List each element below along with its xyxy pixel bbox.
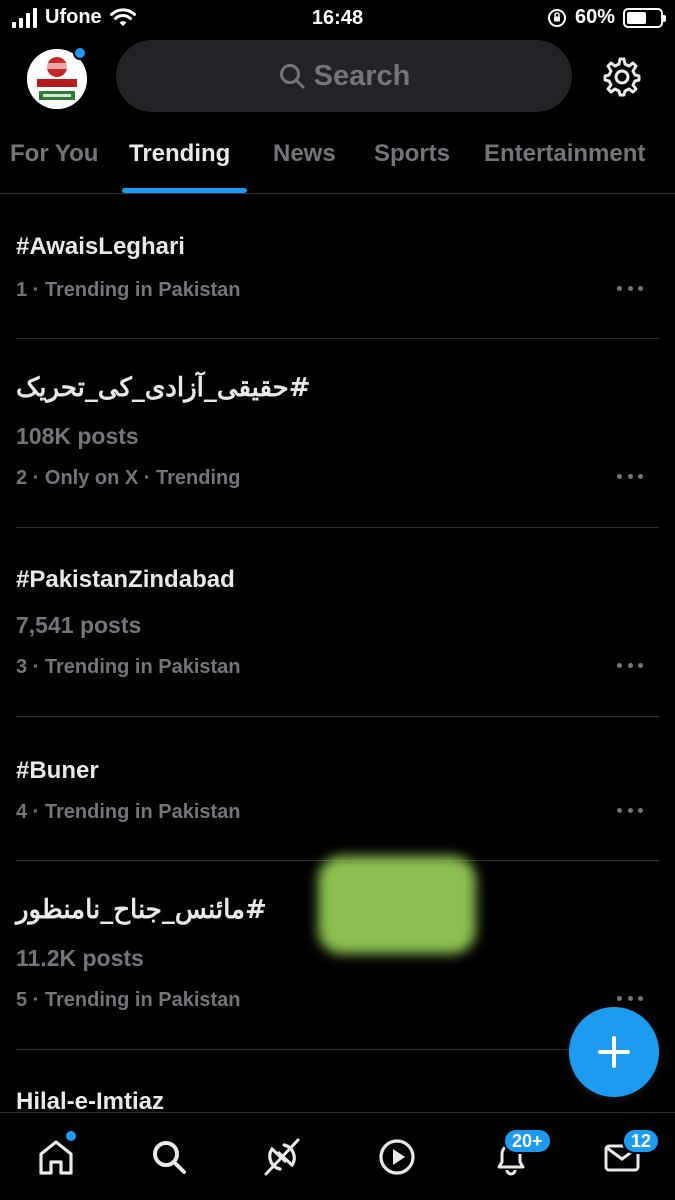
status-bar: Ufone 16:48 60% [0,0,675,38]
trend-meta: 1 · Trending in Pakistan [16,279,241,301]
top-header: Search [0,38,675,118]
more-icon[interactable] [617,474,643,482]
trend-item[interactable]: #حقیقی_آزادی_کی_تحریک 108K posts 2 · Onl… [16,339,659,528]
trend-name: #حقیقی_آزادی_کی_تحریک [16,373,311,403]
more-icon[interactable] [617,996,643,1004]
trend-name: Hilal-e-Imtiaz [16,1088,165,1112]
avatar-notification-dot [73,46,87,60]
explore-tabs: For You Trending News Sports Entertainme… [0,118,675,194]
trend-meta: 2 · Only on X · Trending [16,467,241,489]
trend-name: #PakistanZindabad [16,566,235,593]
tab-sports[interactable]: Sports [374,140,450,168]
search-icon [279,64,305,89]
status-right: 60% [547,6,666,29]
notifications-badge: 20+ [503,1128,552,1154]
tab-news[interactable]: News [273,140,336,168]
grok-icon[interactable] [262,1137,302,1177]
search-placeholder: Search [313,59,411,92]
battery-icon [623,7,666,28]
battery-fill [627,11,647,24]
home-icon[interactable] [36,1137,76,1177]
gear-icon[interactable] [602,57,642,97]
active-tab-indicator [122,188,247,193]
trend-name: #Buner [16,757,99,784]
trend-name: #مائنس_جناح_نامنظور [16,895,267,925]
home-notification-dot [64,1129,78,1143]
more-icon[interactable] [617,663,643,671]
plus-icon [598,1036,630,1068]
video-icon[interactable] [377,1137,417,1177]
trend-item[interactable]: #Buner 4 · Trending in Pakistan [16,717,659,861]
battery-percent: 60% [574,6,615,28]
search-bar[interactable]: Search [116,40,572,112]
trend-item[interactable]: #PakistanZindabad 7,541 posts 3 · Trendi… [16,528,659,717]
trend-item[interactable]: #AwaisLeghari 1 · Trending in Pakistan [16,195,659,339]
messages-badge: 12 [622,1128,661,1154]
search-icon[interactable] [149,1137,189,1177]
redacted-blur [318,856,476,954]
more-icon[interactable] [617,286,643,294]
trend-name: #AwaisLeghari [16,233,185,260]
tab-trending[interactable]: Trending [129,140,230,168]
trend-meta: 5 · Trending in Pakistan [16,989,241,1011]
more-icon[interactable] [617,808,643,816]
trend-meta: 4 · Trending in Pakistan [16,801,241,823]
tab-for-you[interactable]: For You [10,140,98,168]
trend-posts: 7,541 posts [16,612,142,638]
tab-entertainment[interactable]: Entertainment [484,140,645,168]
rotation-lock-icon [547,8,566,27]
trend-posts: 11.2K posts [16,945,144,971]
bottom-navigation: 20+ 12 [0,1112,675,1200]
trend-meta: 3 · Trending in Pakistan [16,656,241,678]
trend-item[interactable]: Hilal-e-Imtiaz [16,1050,659,1112]
compose-button[interactable] [569,1007,659,1097]
trend-posts: 108K posts [16,423,139,449]
